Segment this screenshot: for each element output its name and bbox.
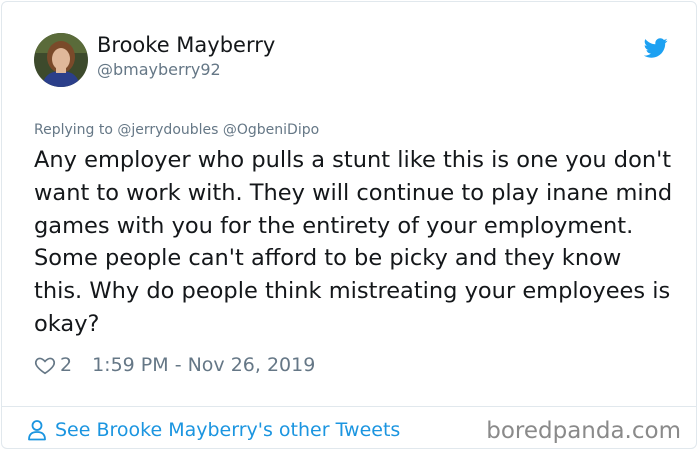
- boredpanda-watermark: boredpanda.com: [486, 418, 681, 444]
- tweet-card: Brooke Mayberry @bmayberry92 Replying to…: [1, 1, 697, 449]
- see-other-tweets-label: See Brooke Mayberry's other Tweets: [55, 419, 401, 441]
- twitter-bird-icon[interactable]: [643, 36, 668, 60]
- heart-outline-icon[interactable]: [34, 354, 56, 376]
- tweet-timestamp[interactable]: 1:59 PM - Nov 26, 2019: [92, 354, 315, 376]
- like-count: 2: [60, 354, 73, 376]
- person-outline-icon: [28, 420, 46, 441]
- tweet-meta: 2 1:59 PM - Nov 26, 2019: [34, 351, 315, 379]
- username-handle[interactable]: @bmayberry92: [97, 60, 221, 79]
- tweet-text: Any employer who pulls a stunt like this…: [34, 147, 673, 337]
- avatar[interactable]: [34, 33, 88, 87]
- display-name[interactable]: Brooke Mayberry: [97, 33, 275, 57]
- replying-to-line: Replying to @jerrydoubles @OgbeniDipo: [34, 122, 320, 138]
- divider: [2, 406, 696, 407]
- see-other-tweets-link[interactable]: See Brooke Mayberry's other Tweets: [27, 416, 400, 444]
- avatar-photo: [34, 33, 88, 87]
